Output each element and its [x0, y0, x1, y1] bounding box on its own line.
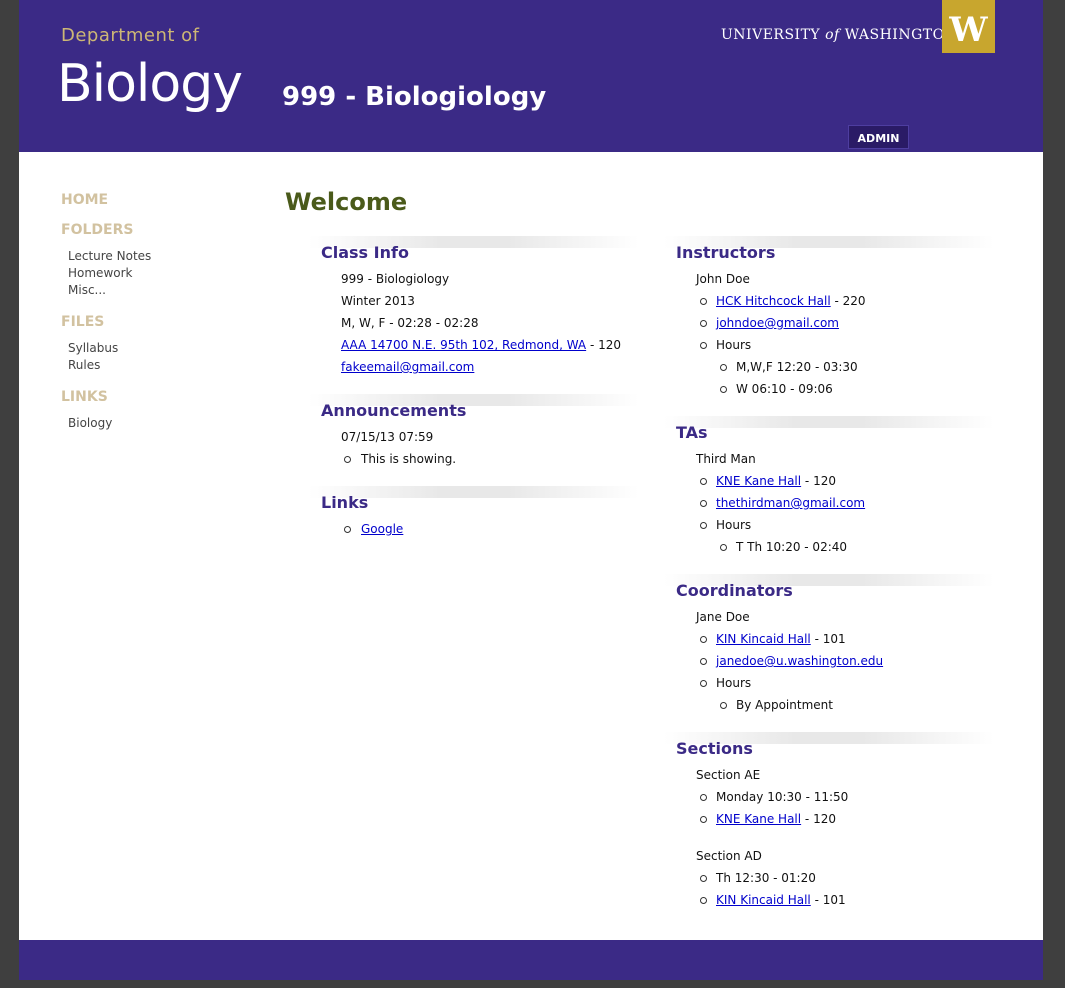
- bullet-icon: [700, 875, 707, 882]
- admin-button[interactable]: ADMIN: [848, 125, 909, 149]
- class-term: Winter 2013: [341, 294, 415, 308]
- class-location-room: - 120: [586, 338, 622, 352]
- bullet-icon: [700, 636, 707, 643]
- section-location: KNE Kane Hall - 120: [716, 812, 836, 826]
- instructors-heading: Instructors: [676, 243, 776, 262]
- google-link[interactable]: Google: [361, 522, 403, 536]
- bullet-icon: [700, 298, 707, 305]
- section-name: Section AD: [696, 849, 762, 863]
- ta-hours-item: T Th 10:20 - 02:40: [736, 540, 848, 554]
- class-email-link[interactable]: fakeemail@gmail.com: [341, 360, 474, 374]
- bullet-icon: [700, 794, 707, 801]
- coordinator-email-link[interactable]: janedoe@u.washington.edu: [716, 654, 883, 668]
- bullet-icon: [344, 456, 351, 463]
- bullet-icon: [700, 522, 707, 529]
- university-name-part: WASHINGTON: [844, 27, 958, 43]
- class-info-heading: Class Info: [321, 243, 409, 262]
- bullet-icon: [700, 897, 707, 904]
- uw-logo-icon[interactable]: W: [942, 0, 995, 53]
- bullet-icon: [700, 500, 707, 507]
- class-course: 999 - Biologiology: [341, 272, 450, 286]
- bullet-icon: [700, 478, 707, 485]
- section-time: Monday 10:30 - 11:50: [716, 790, 849, 804]
- section-room: - 120: [801, 812, 836, 826]
- section-room: - 101: [810, 893, 846, 907]
- coordinator-location: KIN Kincaid Hall - 101: [716, 632, 846, 646]
- instructor-room: - 220: [830, 294, 866, 308]
- bullet-icon: [700, 680, 707, 687]
- coordinator-building-link[interactable]: KIN Kincaid Hall: [716, 632, 811, 646]
- nav-folder-item[interactable]: Homework: [68, 266, 132, 280]
- announcement-date: 07/15/13 07:59: [341, 430, 434, 444]
- announcements-heading: Announcements: [321, 401, 467, 420]
- bullet-icon: [720, 364, 727, 371]
- ta-name: Third Man: [696, 452, 756, 466]
- ta-room: - 120: [801, 474, 836, 488]
- section-divider: [664, 416, 994, 428]
- nav-links-heading: LINKS: [61, 389, 108, 405]
- coordinator-room: - 101: [810, 632, 846, 646]
- department-prefix: Department of: [61, 25, 200, 46]
- university-name[interactable]: UNIVERSITY of WASHINGTON: [721, 27, 957, 43]
- bullet-icon: [700, 816, 707, 823]
- bullet-icon: [344, 526, 351, 533]
- sections-heading: Sections: [676, 739, 753, 758]
- site-footer: [19, 940, 1043, 980]
- ta-email-link[interactable]: thethirdman@gmail.com: [716, 496, 865, 510]
- nav-folder-item[interactable]: Misc...: [68, 283, 106, 297]
- coordinator-hours-item: By Appointment: [736, 698, 833, 712]
- nav-link-item[interactable]: Biology: [68, 416, 112, 430]
- ta-location: KNE Kane Hall - 120: [716, 474, 836, 488]
- nav-file-item[interactable]: Rules: [68, 358, 100, 372]
- site-header: Department of Biology 999 - Biologiology…: [19, 0, 1043, 152]
- instructor-email: johndoe@gmail.com: [716, 316, 839, 330]
- class-email: fakeemail@gmail.com: [341, 360, 474, 374]
- bullet-icon: [720, 544, 727, 551]
- section-location: KIN Kincaid Hall - 101: [716, 893, 846, 907]
- ta-building-link[interactable]: KNE Kane Hall: [716, 474, 801, 488]
- section-building-link[interactable]: KNE Kane Hall: [716, 812, 801, 826]
- instructor-hours-label: Hours: [716, 338, 752, 352]
- announcement-item: This is showing.: [361, 452, 457, 466]
- section-name: Section AE: [696, 768, 761, 782]
- link-item: Google: [361, 522, 403, 536]
- section-time: Th 12:30 - 01:20: [716, 871, 816, 885]
- university-name-part: UNIVERSITY: [721, 27, 821, 43]
- instructor-name: John Doe: [696, 272, 750, 286]
- bullet-icon: [700, 342, 707, 349]
- instructor-building-link[interactable]: HCK Hitchcock Hall: [716, 294, 831, 308]
- nav-folder-item[interactable]: Lecture Notes: [68, 249, 151, 263]
- section-building-link[interactable]: KIN Kincaid Hall: [716, 893, 811, 907]
- bullet-icon: [700, 658, 707, 665]
- page-title: Welcome: [285, 188, 408, 216]
- university-name-of: of: [825, 27, 840, 43]
- nav-files-heading: FILES: [61, 314, 105, 330]
- instructor-hours-item: M,W,F 12:20 - 03:30: [736, 360, 858, 374]
- links-heading: Links: [321, 493, 369, 512]
- coordinator-name: Jane Doe: [696, 610, 750, 624]
- class-schedule: M, W, F - 02:28 - 02:28: [341, 316, 479, 330]
- course-title: 999 - Biologiology: [282, 82, 547, 112]
- bullet-icon: [720, 702, 727, 709]
- class-location: AAA 14700 N.E. 95th 102, Redmond, WA - 1…: [341, 338, 621, 352]
- nav-home[interactable]: HOME: [61, 192, 108, 208]
- coordinator-hours-label: Hours: [716, 676, 752, 690]
- coordinator-email: janedoe@u.washington.edu: [716, 654, 883, 668]
- ta-email: thethirdman@gmail.com: [716, 496, 865, 510]
- class-location-link[interactable]: AAA 14700 N.E. 95th 102, Redmond, WA: [341, 338, 586, 352]
- tas-heading: TAs: [676, 423, 708, 442]
- instructor-email-link[interactable]: johndoe@gmail.com: [716, 316, 839, 330]
- nav-file-item[interactable]: Syllabus: [68, 341, 118, 355]
- department-name[interactable]: Biology: [57, 54, 243, 114]
- instructor-location: HCK Hitchcock Hall - 220: [716, 294, 866, 308]
- bullet-icon: [700, 320, 707, 327]
- nav-folders-heading: FOLDERS: [61, 222, 134, 238]
- bullet-icon: [720, 386, 727, 393]
- ta-hours-label: Hours: [716, 518, 752, 532]
- page: Department of Biology 999 - Biologiology…: [19, 0, 1043, 980]
- coordinators-heading: Coordinators: [676, 581, 793, 600]
- instructor-hours-item: W 06:10 - 09:06: [736, 382, 833, 396]
